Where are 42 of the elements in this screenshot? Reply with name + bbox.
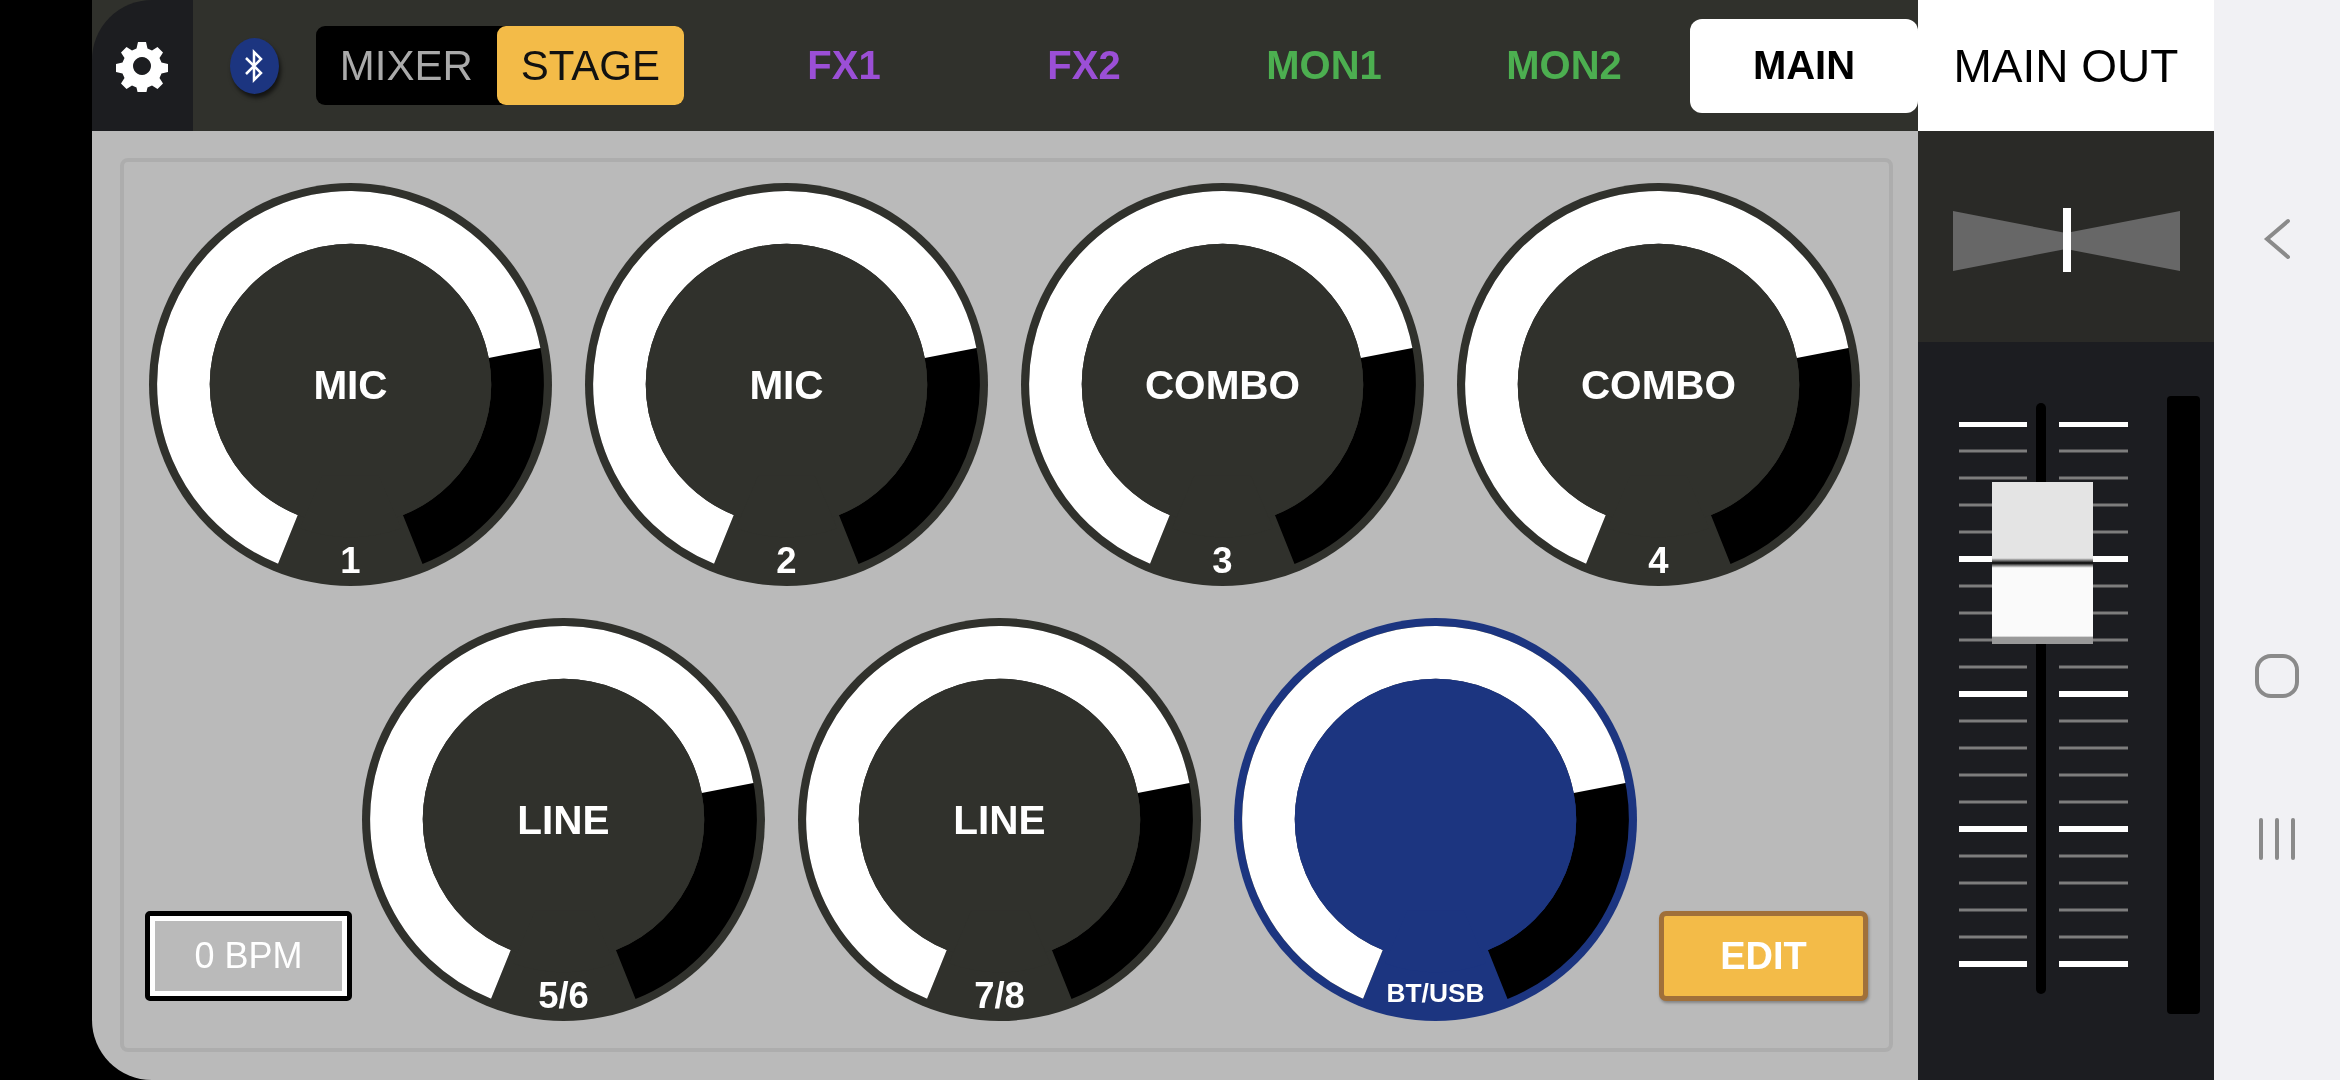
bus-tab[interactable]: MAIN [1690, 18, 1918, 113]
knob[interactable] [1021, 183, 1424, 586]
channel-number: 2 [776, 539, 797, 581]
channel-label: LINE [517, 796, 610, 843]
fader-handle[interactable] [1992, 481, 2093, 644]
channel-number: BT/USB [1386, 977, 1485, 1008]
mode-option[interactable]: MIXER [315, 26, 497, 105]
knob[interactable] [798, 618, 1201, 1021]
bus-tab[interactable]: MON1 [1204, 18, 1444, 113]
channel-label: MIC [313, 361, 388, 408]
knob[interactable] [585, 183, 988, 586]
channel-number: 4 [1648, 539, 1669, 581]
bus-tab[interactable]: FX2 [964, 18, 1204, 113]
settings-icon[interactable] [116, 39, 169, 92]
channel-label: COMBO [1580, 361, 1737, 408]
back-button[interactable] [2262, 218, 2292, 260]
bluetooth-button[interactable] [229, 37, 279, 94]
recent-apps-icon [2257, 818, 2297, 860]
settings-tab[interactable] [92, 0, 193, 131]
pan-slider[interactable] [1953, 211, 2180, 271]
pan-bowtie-icon [1953, 211, 2180, 271]
pan-thumb[interactable] [2062, 208, 2071, 272]
home-icon [2255, 654, 2299, 698]
knob[interactable] [1234, 618, 1637, 1021]
channel-label: COMBO [1144, 361, 1301, 408]
knob[interactable] [149, 183, 552, 586]
back-icon [2262, 218, 2292, 260]
channel-label: LINE [953, 796, 1046, 843]
bus-tab[interactable]: MON2 [1444, 18, 1684, 113]
output-title: MAIN OUT [1918, 0, 2214, 131]
knob[interactable] [362, 618, 765, 1021]
mode-option[interactable]: STAGE [496, 26, 684, 105]
channel-number: 1 [340, 539, 361, 581]
knob[interactable] [1457, 183, 1860, 586]
home-button[interactable] [2255, 654, 2299, 698]
channel-number: 5/6 [538, 974, 589, 1016]
bus-tab[interactable]: FX1 [724, 18, 964, 113]
tempo-text: 0 BPM [155, 921, 342, 991]
channel-number: 7/8 [974, 974, 1025, 1016]
channel-number: 3 [1212, 539, 1233, 581]
recent-apps-button[interactable] [2257, 818, 2297, 860]
channel-label: MIC [749, 361, 824, 408]
